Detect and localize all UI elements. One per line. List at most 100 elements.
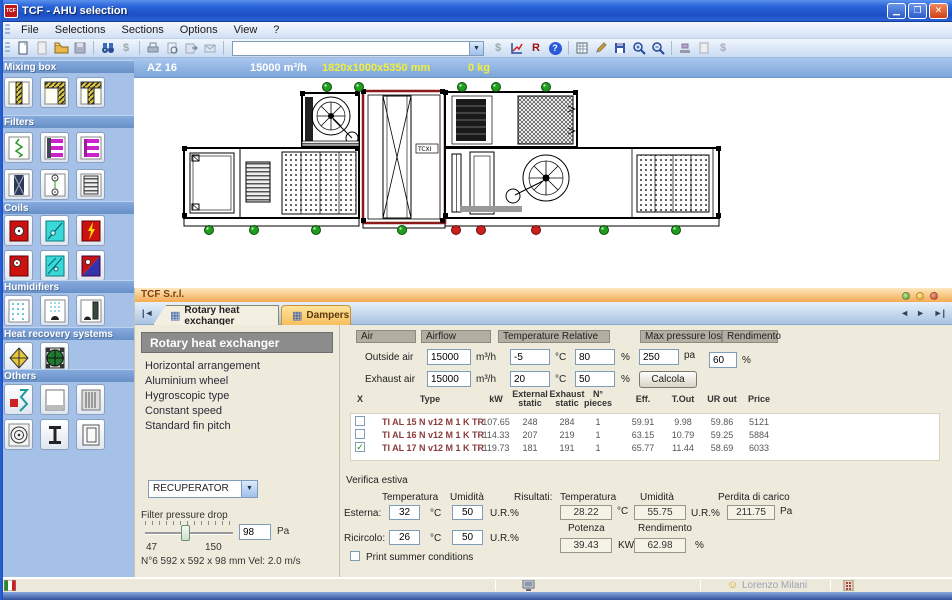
dollar-icon[interactable]: $ <box>117 40 135 56</box>
structure-beam-icon[interactable] <box>40 419 69 450</box>
mail-icon[interactable] <box>201 40 219 56</box>
save-drawing-icon[interactable] <box>611 40 629 56</box>
esterna-umid-input[interactable] <box>452 505 483 520</box>
esterna-temp-input[interactable] <box>389 505 420 520</box>
unit-label: m³/h <box>476 352 496 363</box>
export-icon[interactable] <box>182 40 200 56</box>
steam-coil-icon[interactable] <box>4 250 33 281</box>
result-row-checkbox-0[interactable] <box>355 416 365 426</box>
menu-sections[interactable]: Sections <box>114 23 172 37</box>
roll-filter-icon[interactable] <box>40 169 69 200</box>
damper-vertical-icon[interactable] <box>4 77 33 108</box>
dx-coil-icon[interactable] <box>40 250 69 281</box>
max-pressure-input[interactable] <box>639 349 679 365</box>
panel-green-dot[interactable] <box>902 292 910 300</box>
save-icon[interactable] <box>71 40 89 56</box>
ricircolo-umid-input[interactable] <box>452 530 483 545</box>
stamp-icon[interactable] <box>676 40 694 56</box>
monitor-icon <box>522 580 535 591</box>
menu-selections[interactable]: Selections <box>47 23 114 37</box>
close-button[interactable]: ✕ <box>929 3 948 19</box>
menu-help[interactable]: ? <box>265 23 287 37</box>
bag-filter-icon[interactable] <box>40 132 69 163</box>
fan-icon[interactable] <box>4 419 33 450</box>
print-preview-icon[interactable] <box>163 40 181 56</box>
dollar2-icon[interactable]: $ <box>489 40 507 56</box>
drip-humidifier-icon[interactable] <box>40 295 69 326</box>
ahu-schematic: TCXI <box>134 78 952 288</box>
tab-last-button[interactable]: ►| <box>934 308 945 318</box>
tab-first-button[interactable]: |◄ <box>142 308 153 318</box>
reverse-coil-icon[interactable] <box>76 250 105 281</box>
spray-humidifier-icon[interactable] <box>4 295 33 326</box>
menu-file[interactable]: File <box>13 23 47 37</box>
pencil-icon[interactable] <box>592 40 610 56</box>
steam-humidifier-icon[interactable] <box>76 295 105 326</box>
flat-filter-icon[interactable] <box>4 132 33 163</box>
exhaust-airflow-input[interactable] <box>427 371 471 387</box>
electric-coil-icon[interactable] <box>76 215 105 246</box>
menu-options[interactable]: Options <box>172 23 226 37</box>
grid-icon[interactable] <box>573 40 591 56</box>
tab-dampers[interactable]: ▦ Dampers <box>281 305 351 325</box>
filter-pressure-unit: Pa <box>277 526 289 537</box>
hot-water-coil-icon[interactable] <box>4 215 33 246</box>
doc-icon[interactable] <box>695 40 713 56</box>
tab-rotary-heat-exchanger[interactable]: ▦ Rotary heat exchanger <box>153 305 279 325</box>
grille-icon[interactable] <box>76 384 105 415</box>
cooling-coil-icon[interactable] <box>40 215 69 246</box>
exhaust-rh-input[interactable] <box>575 371 615 387</box>
recalc-r-icon[interactable]: R <box>527 40 545 56</box>
empty-section-icon[interactable] <box>40 384 69 415</box>
outside-airflow-input[interactable] <box>427 349 471 365</box>
zoom-out-icon[interactable] <box>649 40 667 56</box>
attenuator-icon[interactable] <box>4 384 33 415</box>
damper-tee-icon[interactable] <box>76 77 105 108</box>
print-icon[interactable] <box>144 40 162 56</box>
help-icon[interactable]: ? <box>546 40 564 56</box>
slider-thumb[interactable] <box>181 525 190 541</box>
bag-filter-long-icon[interactable] <box>76 132 105 163</box>
carbon-filter-icon[interactable] <box>76 169 105 200</box>
chevron-down-icon[interactable]: ▼ <box>241 481 257 497</box>
result-row-checkbox-1[interactable] <box>355 429 365 439</box>
panel-yellow-dot[interactable] <box>916 292 924 300</box>
zoom-in-icon[interactable] <box>630 40 648 56</box>
summer-h-temp: Temperatura <box>382 492 438 503</box>
filter-pressure-input[interactable] <box>239 524 271 540</box>
damper-corner-icon[interactable] <box>40 77 69 108</box>
combobox-arrow-icon[interactable]: ▼ <box>469 42 483 55</box>
price-icon[interactable]: $ <box>714 40 732 56</box>
tab-next-button[interactable]: ► <box>916 308 925 318</box>
ahu-drawing-canvas[interactable]: TCXI <box>134 78 952 288</box>
access-door-icon[interactable] <box>76 419 105 450</box>
restore-button[interactable]: ❐ <box>908 3 927 19</box>
new-page-icon[interactable] <box>33 40 51 56</box>
menu-view[interactable]: View <box>226 23 266 37</box>
calcola-button[interactable]: Calcola <box>639 371 697 388</box>
print-summer-checkbox[interactable] <box>350 551 360 561</box>
tab-prev-button[interactable]: ◄ <box>900 308 909 318</box>
recuperator-select[interactable]: RECUPERATOR ▼ <box>148 480 258 498</box>
outside-temp-input[interactable] <box>510 349 550 365</box>
unit-dimensions: 1820x1000x5350 mm <box>322 62 430 74</box>
unit-combobox[interactable]: ▼ <box>232 41 484 56</box>
metal-filter-icon[interactable] <box>4 169 33 200</box>
outside-rh-input[interactable] <box>575 349 615 365</box>
table-grid-icon: ▦ <box>292 309 302 322</box>
search-binoculars-icon[interactable] <box>98 40 116 56</box>
section-label: TCXI <box>417 146 432 153</box>
chart-icon[interactable] <box>508 40 526 56</box>
panel-red-dot[interactable] <box>930 292 938 300</box>
minimize-button[interactable]: ▁ <box>887 3 906 19</box>
language-flag-icon <box>4 580 16 591</box>
menu-grip <box>5 24 10 36</box>
new-file-icon[interactable] <box>14 40 32 56</box>
open-folder-icon[interactable] <box>52 40 70 56</box>
exhaust-temp-input[interactable] <box>510 371 550 387</box>
rendimento-input[interactable] <box>709 352 737 368</box>
outside-air-label: Outside air <box>365 352 413 363</box>
rotary-exchanger-section: TCXI <box>361 89 445 223</box>
result-row-checkbox-2[interactable] <box>355 442 365 452</box>
ricircolo-temp-input[interactable] <box>389 530 420 545</box>
